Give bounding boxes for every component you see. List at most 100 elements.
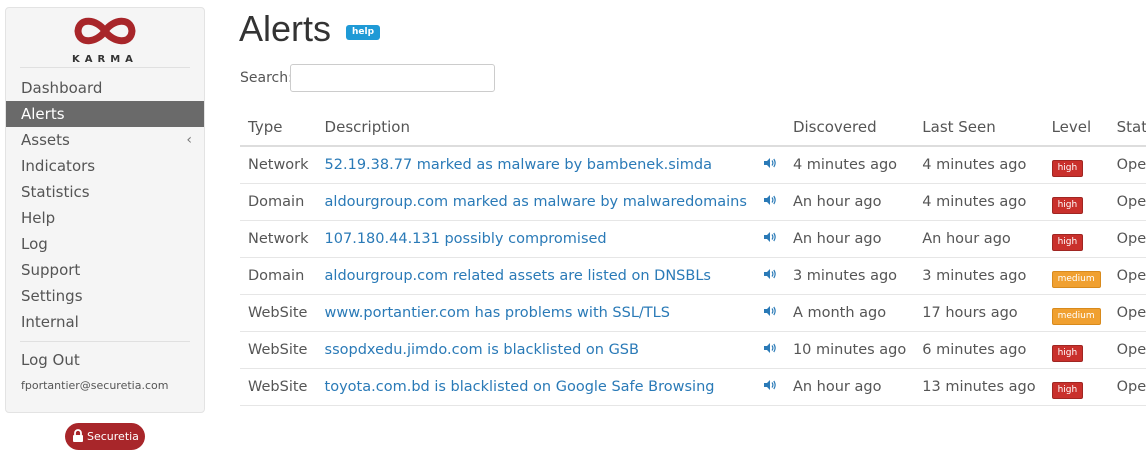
sidebar-item-internal[interactable]: Internal	[6, 309, 204, 335]
karma-logo[interactable]: KARMA	[6, 14, 204, 68]
speaker-cell	[754, 146, 785, 184]
divider	[20, 341, 190, 342]
speaker-icon[interactable]	[763, 268, 777, 280]
speaker-cell	[754, 220, 785, 258]
speaker-icon[interactable]	[763, 379, 777, 391]
sidebar-item-help[interactable]: Help	[6, 205, 204, 231]
alert-discovered: 10 minutes ago	[784, 331, 915, 369]
table-row: WebSite ssopdxedu.jimdo.com is blackliste…	[240, 331, 1146, 369]
alert-last-seen: 3 minutes ago	[914, 257, 1044, 295]
column-header-level[interactable]: Level	[1043, 108, 1109, 147]
sidebar-item-label: Support	[21, 261, 81, 279]
alert-description-link[interactable]: 52.19.38.77 marked as malware by bambene…	[325, 157, 712, 173]
alert-discovered: An hour ago	[784, 220, 915, 258]
column-header-type[interactable]: Type	[240, 108, 317, 147]
alert-status: Open	[1108, 257, 1146, 295]
alert-type: WebSite	[240, 294, 317, 332]
table-row: Network 52.19.38.77 marked as malware by …	[240, 146, 1146, 184]
alert-description-cell: aldourgroup.com related assets are liste…	[316, 257, 755, 295]
sidebar-item-label: Assets	[21, 131, 70, 149]
logo-text: KARMA	[72, 54, 138, 65]
speaker-cell	[754, 294, 785, 332]
alert-discovered: 4 minutes ago	[784, 146, 915, 184]
alert-description-link[interactable]: www.portantier.com has problems with SSL…	[325, 305, 670, 321]
column-header-description[interactable]: Description	[316, 108, 755, 147]
sidebar-item-dashboard[interactable]: Dashboard	[6, 75, 204, 101]
table-row: WebSite www.portantier.com has problems w…	[240, 294, 1146, 332]
alert-type: Network	[240, 146, 317, 184]
chevron-left-icon: ‹	[186, 132, 192, 148]
sidebar-item-alerts[interactable]: Alerts	[6, 101, 204, 127]
alert-discovered: An hour ago	[784, 183, 915, 221]
column-header-last-seen[interactable]: Last Seen	[914, 108, 1044, 147]
table-row: WebSite toyota.com.bd is blacklisted on G…	[240, 368, 1146, 406]
help-button[interactable]: help	[346, 25, 381, 40]
sidebar-item-indicators[interactable]: Indicators	[6, 153, 204, 179]
sidebar-item-label: Indicators	[21, 157, 96, 175]
alert-description-link[interactable]: 107.180.44.131 possibly compromised	[325, 231, 607, 247]
alert-discovered: A month ago	[784, 294, 915, 332]
sidebar-item-label: Help	[21, 209, 56, 227]
alert-type: WebSite	[240, 331, 317, 369]
sidebar-item-log[interactable]: Log	[6, 231, 204, 257]
alert-description-cell: www.portantier.com has problems with SSL…	[316, 294, 755, 332]
alert-discovered: 3 minutes ago	[784, 257, 915, 295]
badge-text: Securetia	[87, 430, 139, 443]
alert-description-link[interactable]: aldourgroup.com related assets are liste…	[325, 268, 711, 284]
alert-status: Open	[1108, 220, 1146, 258]
alert-type: WebSite	[240, 368, 317, 406]
sidebar-item-settings[interactable]: Settings	[6, 283, 204, 309]
sidebar-nav: Dashboard Alerts Assets ‹ Indicators Stat…	[6, 75, 204, 335]
sidebar-item-label: Settings	[21, 287, 83, 305]
speaker-cell	[754, 257, 785, 295]
level-badge: high	[1051, 233, 1084, 251]
lock-icon	[73, 429, 83, 442]
speaker-icon[interactable]	[763, 157, 777, 169]
speaker-cell	[754, 183, 785, 221]
sidebar-item-support[interactable]: Support	[6, 257, 204, 283]
speaker-icon[interactable]	[763, 194, 777, 206]
speaker-icon[interactable]	[763, 342, 777, 354]
alert-status: Open	[1108, 331, 1146, 369]
alert-description-cell: toyota.com.bd is blacklisted on Google S…	[316, 368, 755, 406]
page-title: Alerts	[239, 8, 332, 49]
table-row: Domain aldourgroup.com related assets are…	[240, 257, 1146, 295]
table-row: Network 107.180.44.131 possibly compromis…	[240, 220, 1146, 258]
divider	[20, 67, 190, 68]
alert-description-cell: 107.180.44.131 possibly compromised	[316, 220, 755, 258]
sidebar-item-label: Dashboard	[21, 79, 103, 97]
alert-description-link[interactable]: toyota.com.bd is blacklisted on Google S…	[325, 379, 715, 395]
alert-description-link[interactable]: aldourgroup.com marked as malware by mal…	[325, 194, 747, 210]
alert-last-seen: 6 minutes ago	[914, 331, 1044, 369]
sidebar-item-label: Log	[21, 235, 48, 253]
level-badge: medium	[1051, 307, 1101, 325]
speaker-cell	[754, 368, 785, 406]
column-header-discovered[interactable]: Discovered	[784, 108, 915, 147]
speaker-icon[interactable]	[763, 305, 777, 317]
table-header-row: Type Description Discovered Last Seen Le…	[240, 108, 1146, 147]
search-input[interactable]	[290, 64, 495, 92]
alert-status: Open	[1108, 146, 1146, 184]
securetia-badge[interactable]: Securetia	[65, 423, 145, 450]
alert-status: Open	[1108, 368, 1146, 406]
alert-level-cell: high	[1043, 183, 1109, 221]
speaker-cell	[754, 331, 785, 369]
logout-link[interactable]: Log Out	[21, 351, 80, 369]
alert-level-cell: medium	[1043, 294, 1109, 332]
sidebar-item-statistics[interactable]: Statistics	[6, 179, 204, 205]
alert-description-link[interactable]: ssopdxedu.jimdo.com is blacklisted on GS…	[325, 342, 639, 358]
alert-description-cell: aldourgroup.com marked as malware by mal…	[316, 183, 755, 221]
alert-type: Network	[240, 220, 317, 258]
level-badge: medium	[1051, 270, 1101, 288]
alert-discovered: An hour ago	[784, 368, 915, 406]
alert-level-cell: high	[1043, 220, 1109, 258]
speaker-icon[interactable]	[763, 231, 777, 243]
alert-status: Open	[1108, 183, 1146, 221]
column-header-speaker	[754, 108, 785, 147]
alert-status: Open	[1108, 294, 1146, 332]
column-header-status[interactable]: Status	[1108, 108, 1146, 147]
alert-description-cell: ssopdxedu.jimdo.com is blacklisted on GS…	[316, 331, 755, 369]
alert-level-cell: high	[1043, 331, 1109, 369]
sidebar-item-assets[interactable]: Assets ‹	[6, 127, 204, 153]
alert-type: Domain	[240, 257, 317, 295]
